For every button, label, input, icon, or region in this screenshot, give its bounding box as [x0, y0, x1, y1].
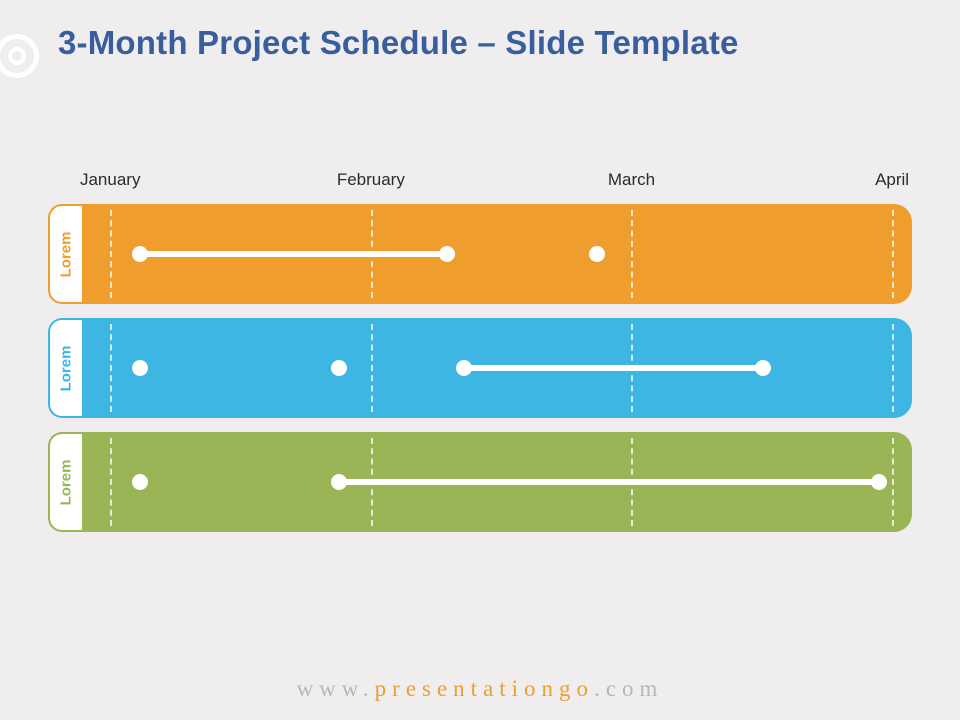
month-axis: January February March April [82, 170, 912, 200]
month-gridline [892, 210, 894, 298]
month-label: February [337, 170, 405, 190]
timeline-segment [140, 251, 447, 257]
schedule-row: Lorem [48, 204, 912, 304]
timeline-dot [589, 246, 605, 262]
row-tab-label: Lorem [58, 231, 75, 277]
title-ornament-icon [0, 34, 39, 78]
month-gridline [371, 324, 373, 412]
row-tab: Lorem [48, 318, 82, 418]
timeline-dot [331, 474, 347, 490]
schedule-row: Lorem [48, 432, 912, 532]
row-bar [82, 204, 912, 304]
row-bar [82, 318, 912, 418]
month-gridline [892, 324, 894, 412]
slide-title-wrap: 3-Month Project Schedule – Slide Templat… [58, 22, 920, 64]
row-bar [82, 432, 912, 532]
row-tab-label: Lorem [58, 459, 75, 505]
month-label: April [875, 170, 909, 190]
row-tab: Lorem [48, 204, 82, 304]
timeline-dot [132, 246, 148, 262]
schedule-chart: January February March April Lorem [48, 170, 912, 550]
footer-post: .com [594, 676, 663, 701]
timeline-dot [456, 360, 472, 376]
month-label: March [608, 170, 655, 190]
month-gridline [892, 438, 894, 526]
slide-title: 3-Month Project Schedule – Slide Templat… [58, 22, 920, 64]
timeline-dot [755, 360, 771, 376]
month-gridline [631, 210, 633, 298]
timeline-segment [339, 479, 879, 485]
timeline-dot [439, 246, 455, 262]
timeline-segment [464, 365, 763, 371]
footer-pre: www. [297, 676, 375, 701]
timeline-dot [331, 360, 347, 376]
month-gridline [110, 438, 112, 526]
month-gridline [110, 324, 112, 412]
timeline-dot [132, 360, 148, 376]
timeline-dot [871, 474, 887, 490]
row-tab: Lorem [48, 432, 82, 532]
schedule-rows: Lorem Lorem [48, 204, 912, 532]
schedule-row: Lorem [48, 318, 912, 418]
month-gridline [110, 210, 112, 298]
footer-watermark: www.presentationgo.com [0, 676, 960, 702]
month-label: January [80, 170, 140, 190]
timeline-dot [132, 474, 148, 490]
footer-brand: presentationgo [375, 676, 594, 701]
row-tab-label: Lorem [58, 345, 75, 391]
